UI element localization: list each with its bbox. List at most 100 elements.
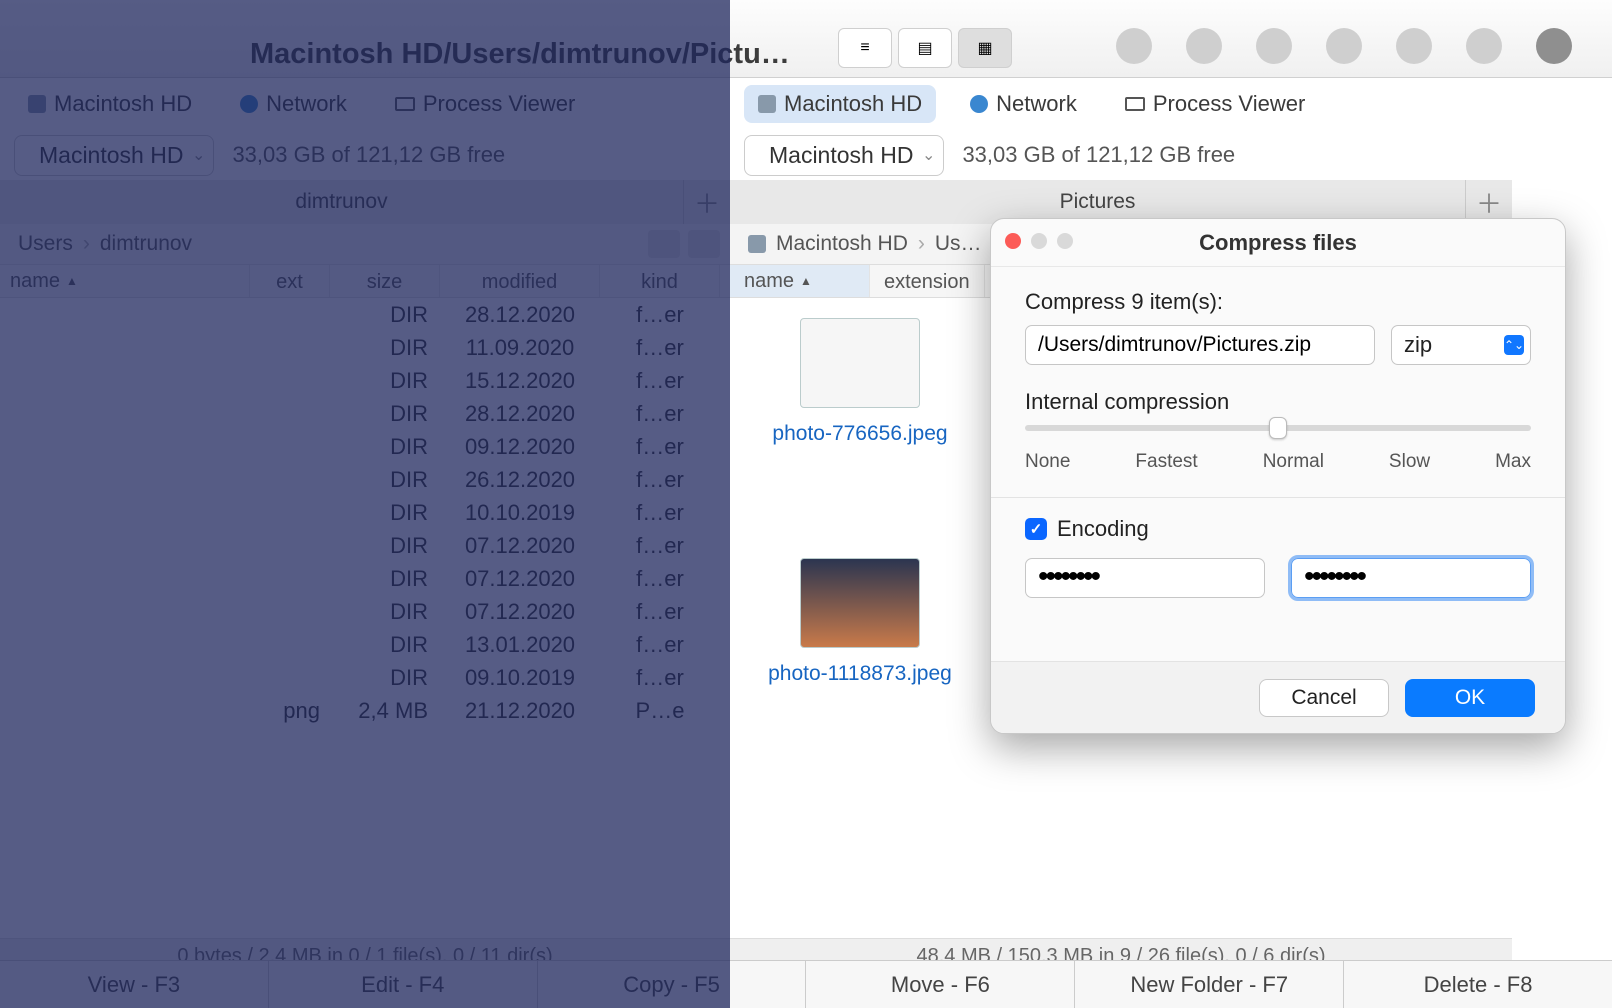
compress-count-label: Compress 9 item(s): <box>1025 289 1531 315</box>
table-row[interactable]: DIR28.12.2020f…er <box>0 397 730 430</box>
disk-select-left[interactable]: Macintosh HD ⌄ <box>14 135 214 176</box>
tab-add-right[interactable]: ＋ <box>1466 184 1512 221</box>
help-icon[interactable] <box>1186 28 1222 64</box>
chevron-updown-icon: ⌄ <box>922 145 935 165</box>
col-name[interactable]: name▲ <box>0 265 250 297</box>
pause-icon[interactable] <box>1396 28 1432 64</box>
fn-copy[interactable]: Copy - F5 <box>538 961 807 1008</box>
cancel-button[interactable]: Cancel <box>1259 679 1389 717</box>
table-row[interactable]: DIR07.12.2020f…er <box>0 595 730 628</box>
sort-caret-icon: ▲ <box>66 274 78 288</box>
loc-proc-right[interactable]: Process Viewer <box>1111 85 1319 123</box>
table-row[interactable]: DIR07.12.2020f…er <box>0 529 730 562</box>
ok-button[interactable]: OK <box>1405 679 1535 717</box>
thumbnail[interactable]: photo-776656.jpeg <box>750 318 970 538</box>
star-icon[interactable] <box>688 230 720 258</box>
format-select[interactable]: zip ⌃⌄ <box>1391 325 1531 365</box>
loc-net-left[interactable]: Network <box>226 85 361 123</box>
file-list-left[interactable]: DIR28.12.2020f…erDIR11.09.2020f…erDIR15.… <box>0 298 730 938</box>
tabrow-left: dimtrunov ＋ <box>0 180 730 224</box>
glasses-icon[interactable] <box>1326 28 1362 64</box>
col-ext-right[interactable]: extension <box>870 265 985 297</box>
slider-thumb[interactable] <box>1269 417 1287 439</box>
column-view-button[interactable]: ▤ <box>898 28 952 68</box>
tab-left[interactable]: dimtrunov <box>0 180 684 224</box>
tick-max: Max <box>1495 451 1531 473</box>
disk-select-right[interactable]: Macintosh HD ⌄ <box>744 135 944 176</box>
thumbnail[interactable]: photo-1118873.jpeg <box>750 558 970 778</box>
toggle-icon[interactable] <box>1116 28 1152 64</box>
crumb[interactable]: Users <box>18 232 73 256</box>
tick-normal: Normal <box>1263 451 1324 473</box>
grid-icon: ▦ <box>977 38 992 58</box>
viewmode-switcher: ≡ ▤ ▦ <box>838 28 1012 68</box>
globe-icon <box>240 95 258 113</box>
col-name-right[interactable]: name▲ <box>730 265 870 297</box>
disk-icon <box>748 235 766 253</box>
table-row[interactable]: DIR07.12.2020f…er <box>0 562 730 595</box>
preview-icon[interactable] <box>1256 28 1292 64</box>
fn-view[interactable]: View - F3 <box>0 961 269 1008</box>
col-kind[interactable]: kind <box>600 265 720 297</box>
folder-icon[interactable] <box>1466 28 1502 64</box>
lines-icon: ≡ <box>860 39 869 57</box>
loc-proc-left[interactable]: Process Viewer <box>381 85 589 123</box>
freespace-left: 33,03 GB of 121,12 GB free <box>232 142 505 168</box>
table-row[interactable]: DIR15.12.2020f…er <box>0 364 730 397</box>
crumb[interactable]: dimtrunov <box>100 232 192 256</box>
crumb[interactable]: Macintosh HD <box>776 232 908 256</box>
table-row[interactable]: DIR13.01.2020f…er <box>0 628 730 661</box>
tab-add-left[interactable]: ＋ <box>684 184 730 221</box>
disk-icon <box>28 95 46 113</box>
table-row[interactable]: DIR10.10.2019f…er <box>0 496 730 529</box>
crumb[interactable]: Us… <box>935 232 982 256</box>
compression-slider[interactable] <box>1025 425 1531 431</box>
location-bar-left: Macintosh HD Network Process Viewer <box>0 78 730 130</box>
window-title: Macintosh HD/Users/dimtrunov/Pictu… <box>250 38 790 71</box>
col-ext[interactable]: ext <box>250 265 330 297</box>
fn-del[interactable]: Delete - F8 <box>1344 961 1612 1008</box>
chevron-right-icon: › <box>918 232 925 256</box>
toolbar-icons <box>1116 28 1572 64</box>
loc-net-right[interactable]: Network <box>956 85 1091 123</box>
table-row[interactable]: DIR09.10.2019f…er <box>0 661 730 694</box>
location-bar-right: Macintosh HD Network Process Viewer <box>730 78 1512 130</box>
close-icon[interactable] <box>1005 233 1021 249</box>
loc-mac-right[interactable]: Macintosh HD <box>744 85 936 123</box>
modal-titlebar: Compress files <box>991 219 1565 267</box>
table-row[interactable]: DIR28.12.2020f…er <box>0 298 730 331</box>
column-headers-left: name▲ ext size modified kind <box>0 264 730 298</box>
table-row[interactable]: png2,4 MB21.12.2020P…e <box>0 694 730 727</box>
freespace-right: 33,03 GB of 121,12 GB free <box>962 142 1235 168</box>
list-view-button[interactable]: ≡ <box>838 28 892 68</box>
password-input[interactable]: •••••••• <box>1025 558 1265 598</box>
download-icon[interactable] <box>1536 28 1572 64</box>
modal-title: Compress files <box>1199 230 1357 256</box>
monitor-icon <box>1125 97 1145 111</box>
table-row[interactable]: DIR09.12.2020f…er <box>0 430 730 463</box>
icon-view-button[interactable]: ▦ <box>958 28 1012 68</box>
sort-caret-icon: ▲ <box>800 274 812 288</box>
encoding-checkbox[interactable]: ✓ <box>1025 518 1047 540</box>
minimize-icon[interactable] <box>1031 233 1047 249</box>
col-size[interactable]: size <box>330 265 440 297</box>
table-row[interactable]: DIR11.09.2020f…er <box>0 331 730 364</box>
fn-edit[interactable]: Edit - F4 <box>269 961 538 1008</box>
view-icon[interactable] <box>648 230 680 258</box>
thumbnail-caption: photo-1118873.jpeg <box>762 658 958 689</box>
col-mod[interactable]: modified <box>440 265 600 297</box>
compress-modal: Compress files Compress 9 item(s): zip ⌃… <box>990 218 1566 734</box>
table-row[interactable]: DIR26.12.2020f…er <box>0 463 730 496</box>
fn-bar: View - F3 Edit - F4 Copy - F5 Move - F6 … <box>0 960 1612 1008</box>
password-confirm-input[interactable]: •••••••• <box>1291 558 1531 598</box>
fn-move[interactable]: Move - F6 <box>806 961 1075 1008</box>
diskrow-left: Macintosh HD ⌄ 33,03 GB of 121,12 GB fre… <box>0 130 730 180</box>
tick-none: None <box>1025 451 1070 473</box>
fn-newf[interactable]: New Folder - F7 <box>1075 961 1344 1008</box>
globe-icon <box>970 95 988 113</box>
loc-mac-left[interactable]: Macintosh HD <box>14 85 206 123</box>
archive-path-input[interactable] <box>1025 325 1375 365</box>
tick-fastest: Fastest <box>1135 451 1197 473</box>
chevron-updown-icon: ⌃⌄ <box>1504 335 1524 355</box>
zoom-icon[interactable] <box>1057 233 1073 249</box>
